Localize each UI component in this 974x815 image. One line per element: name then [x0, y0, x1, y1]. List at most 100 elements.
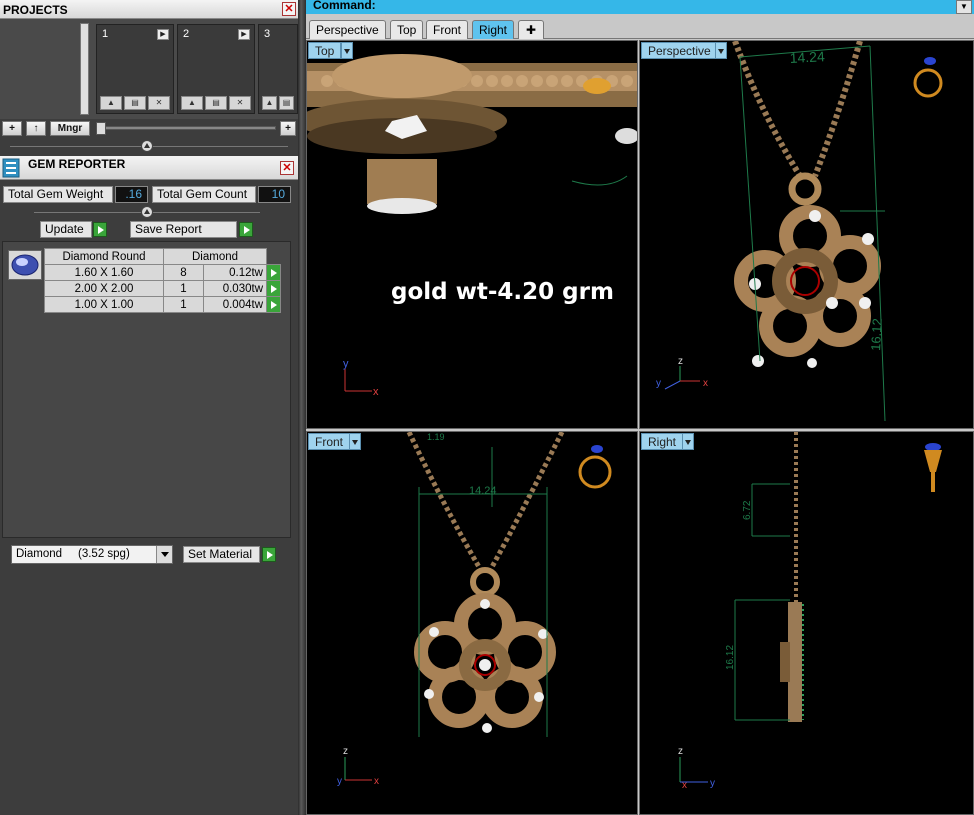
round-diamond-icon[interactable] — [8, 250, 42, 280]
axis-x-label: x — [374, 776, 379, 787]
chevron-down-icon[interactable] — [715, 42, 727, 59]
gem-count: 8 — [163, 264, 204, 281]
gem-weight: 0.12tw — [202, 264, 268, 281]
axis-y-label: y — [710, 778, 715, 789]
gem-weight: 0.030tw — [202, 280, 268, 297]
project-thumb[interactable]: 1 ▶ ▲ ▤ ✕ — [96, 24, 174, 114]
dim-height: 16.12 — [725, 645, 736, 670]
viewport-area: Command: ▼ Perspective Top Front Right ✚ — [306, 0, 974, 815]
chevron-down-icon[interactable] — [156, 546, 172, 563]
axis-z-label: z — [343, 746, 348, 757]
row-go-icon[interactable] — [266, 296, 281, 313]
table-row[interactable]: 2.00 X 2.00 1 0.030tw — [44, 280, 281, 297]
viewport-front[interactable]: 14.24 1.19 z x y Front — [306, 431, 638, 815]
gem-report-icon — [2, 158, 20, 178]
save-icon[interactable]: ▤ — [279, 96, 294, 110]
total-gem-count-label: Total Gem Count — [152, 186, 256, 203]
chevron-down-icon[interactable] — [341, 42, 353, 59]
axis-y-label: y — [337, 776, 342, 787]
tab-perspective[interactable]: Perspective — [309, 20, 386, 39]
up-icon[interactable]: ▲ — [181, 96, 203, 110]
viewport-perspective[interactable]: 14.24 16.12 z x y Perspective — [639, 40, 974, 429]
right-view-render: 6.72 16.12 z y x — [678, 432, 942, 791]
update-go-icon[interactable] — [93, 222, 107, 237]
close-icon[interactable]: ✕ — [282, 2, 296, 16]
close-icon[interactable]: ✕ — [280, 161, 294, 175]
tab-top[interactable]: Top — [390, 20, 424, 39]
scroll-down-icon[interactable]: ▼ — [956, 0, 972, 14]
table-header: Diamond — [163, 248, 267, 265]
viewport-perspective-label[interactable]: Perspective — [641, 42, 718, 59]
gem-weight: 0.004tw — [202, 296, 268, 313]
projects-scrollbar[interactable] — [80, 23, 89, 115]
save-icon[interactable]: ▤ — [205, 96, 227, 110]
chevron-down-icon[interactable] — [682, 433, 694, 450]
row-go-icon[interactable] — [266, 264, 281, 281]
zoom-slider[interactable] — [98, 126, 276, 130]
up-icon[interactable]: ▲ — [100, 96, 122, 110]
gem-reporter-title: GEM REPORTER — [28, 157, 126, 171]
command-bar[interactable]: Command: — [306, 0, 974, 14]
total-gem-count-value: 10 — [258, 186, 291, 203]
command-label: Command: — [313, 0, 376, 12]
perspective-view-render: 14.24 16.12 z x y — [656, 41, 943, 422]
set-material-go-icon[interactable] — [262, 547, 276, 562]
up-icon[interactable]: ▲ — [262, 96, 277, 110]
material-select-value: Diamond (3.52 spg) — [16, 548, 130, 560]
row-go-icon[interactable] — [266, 280, 281, 297]
front-view-render: 14.24 1.19 z x y — [337, 432, 612, 787]
gem-size: 1.60 X 1.60 — [44, 264, 164, 281]
zoom-slider-handle[interactable] — [96, 122, 106, 135]
tab-front[interactable]: Front — [426, 20, 469, 39]
save-report-button[interactable]: Save Report — [130, 221, 237, 238]
axis-x-label: x — [703, 378, 708, 389]
add-project-button[interactable]: + — [2, 121, 22, 136]
gem-count: 1 — [163, 296, 204, 313]
save-report-go-icon[interactable] — [239, 222, 253, 237]
axis-x-label: x — [373, 386, 379, 398]
zoom-in-button[interactable]: + — [280, 121, 296, 136]
update-button[interactable]: Update — [40, 221, 92, 238]
dim-width: 14.24 — [789, 48, 825, 66]
view-tabs: Perspective Top Front Right ✚ — [306, 19, 974, 39]
axis-y-label: y — [656, 378, 661, 389]
viewport-top[interactable]: y x Top gold wt-4.20 grm — [306, 40, 638, 429]
delete-icon[interactable]: ✕ — [229, 96, 251, 110]
collapse-toggle[interactable] — [141, 206, 153, 218]
project-thumb[interactable]: 3 ▲ ▤ — [258, 24, 298, 114]
collapse-toggle[interactable] — [141, 140, 153, 152]
viewport-front-label[interactable]: Front — [308, 433, 351, 450]
save-icon[interactable]: ▤ — [124, 96, 146, 110]
table-row[interactable]: 1.60 X 1.60 8 0.12tw — [44, 264, 281, 281]
top-view-render: y x — [307, 54, 637, 398]
chevron-down-icon[interactable] — [349, 433, 361, 450]
delete-icon[interactable]: ✕ — [148, 96, 170, 110]
up-button[interactable]: ↑ — [26, 121, 46, 136]
table-header: Diamond Round — [44, 248, 164, 265]
manager-button[interactable]: Mngr — [50, 121, 90, 136]
tab-right[interactable]: Right — [472, 20, 515, 39]
play-icon[interactable]: ▶ — [238, 29, 250, 40]
add-view-icon[interactable]: ✚ — [518, 20, 544, 39]
projects-panel: 1 ▶ ▲ ▤ ✕ 2 ▶ ▲ ▤ ✕ 3 ▲ ▤ — [0, 19, 298, 119]
project-thumb[interactable]: 2 ▶ ▲ ▤ ✕ — [177, 24, 255, 114]
project-number: 2 — [183, 28, 190, 40]
axis-y-label: y — [343, 358, 349, 370]
project-number: 1 — [102, 28, 109, 40]
set-material-button[interactable]: Set Material — [183, 546, 260, 563]
dim-top: 6.72 — [742, 500, 753, 520]
viewport-top-label[interactable]: Top — [308, 42, 342, 59]
project-number: 3 — [264, 28, 271, 40]
dim-width: 14.24 — [469, 485, 497, 497]
material-select[interactable]: Diamond (3.52 spg) — [11, 545, 173, 564]
gem-table-area: Diamond Round Diamond 1.60 X 1.60 8 0.12… — [2, 241, 291, 538]
gem-table: Diamond Round Diamond 1.60 X 1.60 8 0.12… — [44, 248, 281, 313]
play-icon[interactable]: ▶ — [157, 29, 169, 40]
axis-x-label: x — [682, 780, 687, 791]
axis-z-label: z — [678, 356, 683, 367]
viewport-right[interactable]: 6.72 16.12 z y x Right — [639, 431, 974, 815]
panel-splitter[interactable] — [298, 0, 306, 815]
viewport-right-label[interactable]: Right — [641, 433, 684, 450]
dim-small: 1.19 — [427, 432, 445, 442]
table-row[interactable]: 1.00 X 1.00 1 0.004tw — [44, 296, 281, 313]
